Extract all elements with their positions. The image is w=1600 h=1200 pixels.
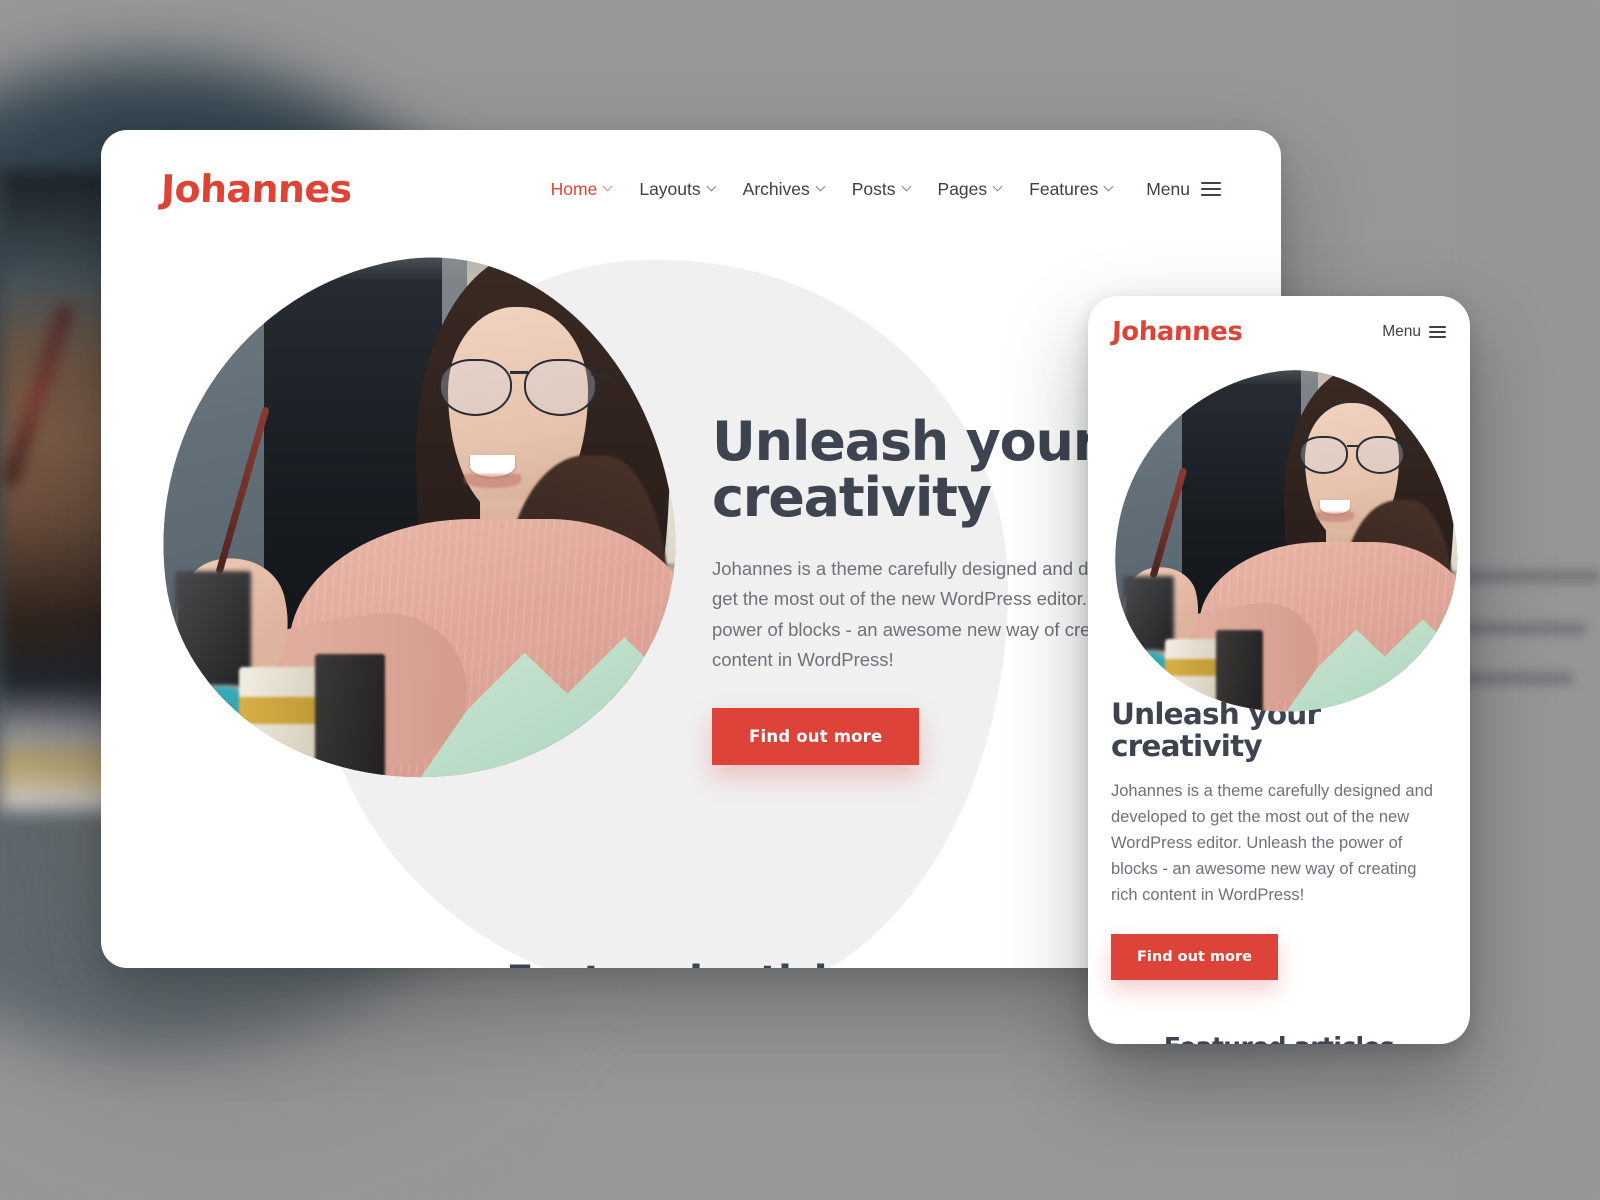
find-out-more-button[interactable]: Find out more (712, 707, 920, 765)
mobile-site-logo[interactable]: Johannes (1111, 317, 1243, 347)
hamburger-icon[interactable] (1429, 322, 1446, 341)
woman-with-glasses-painting-icon (1093, 352, 1470, 732)
mobile-hero-paragraph: Johannes is a theme carefully designed a… (1111, 781, 1433, 905)
nav-item-label: Pages (937, 178, 988, 199)
site-logo[interactable]: Johannes (160, 167, 352, 211)
nav-item-label: Archives (742, 178, 810, 199)
nav-item-label: Features (1029, 178, 1099, 199)
chevron-down-icon (602, 181, 613, 191)
mobile-hero-image-blob (1093, 352, 1470, 732)
presentation-stage: Johannes Home Layouts Archives Posts Pag… (0, 0, 1600, 1200)
chevron-down-icon (901, 181, 911, 191)
mobile-menu-label: Menu (1382, 322, 1421, 340)
mobile-featured-articles-title: Featured articles (1111, 1032, 1447, 1044)
nav-item-archives[interactable]: Archives (729, 179, 838, 200)
nav-item-posts[interactable]: Posts (838, 179, 924, 200)
nav-item-label: Layouts (639, 178, 701, 199)
desktop-site-header: Johannes Home Layouts Archives Posts Pag… (101, 130, 1281, 248)
nav-item-features[interactable]: Features (1015, 179, 1126, 200)
nav-item-pages[interactable]: Pages (924, 179, 1016, 200)
mobile-device-mockup: Johannes Menu your creativity Johannes i… (1088, 296, 1470, 1044)
woman-with-glasses-painting-icon (130, 230, 702, 808)
background-blurred-text-lines (1455, 0, 1600, 1200)
nav-item-label: Posts (851, 178, 896, 199)
nav-item-menu-toggle[interactable]: Menu (1126, 178, 1221, 200)
nav-item-layouts[interactable]: Layouts (625, 179, 728, 200)
nav-item-home[interactable]: Home (537, 179, 626, 200)
mobile-hero-image-wrap (1088, 352, 1470, 732)
hamburger-icon[interactable] (1201, 178, 1221, 200)
mobile-menu-toggle[interactable]: Menu (1382, 322, 1446, 341)
chevron-down-icon (706, 181, 717, 191)
hero-image-blob (130, 230, 702, 808)
chevron-down-icon (992, 181, 1003, 191)
chevron-down-icon (815, 181, 826, 191)
chevron-down-icon (1103, 181, 1114, 191)
mobile-featured-articles-section: Featured articles (1111, 1032, 1447, 1044)
nav-item-label: Menu (1146, 178, 1190, 199)
mobile-find-out-more-button[interactable]: Find out more (1111, 934, 1278, 981)
mobile-hero-copy: Unleash your creativity Johannes is a th… (1088, 698, 1470, 1044)
nav-item-label: Home (550, 178, 598, 199)
desktop-primary-nav: Home Layouts Archives Posts Pages Featur… (537, 178, 1221, 200)
